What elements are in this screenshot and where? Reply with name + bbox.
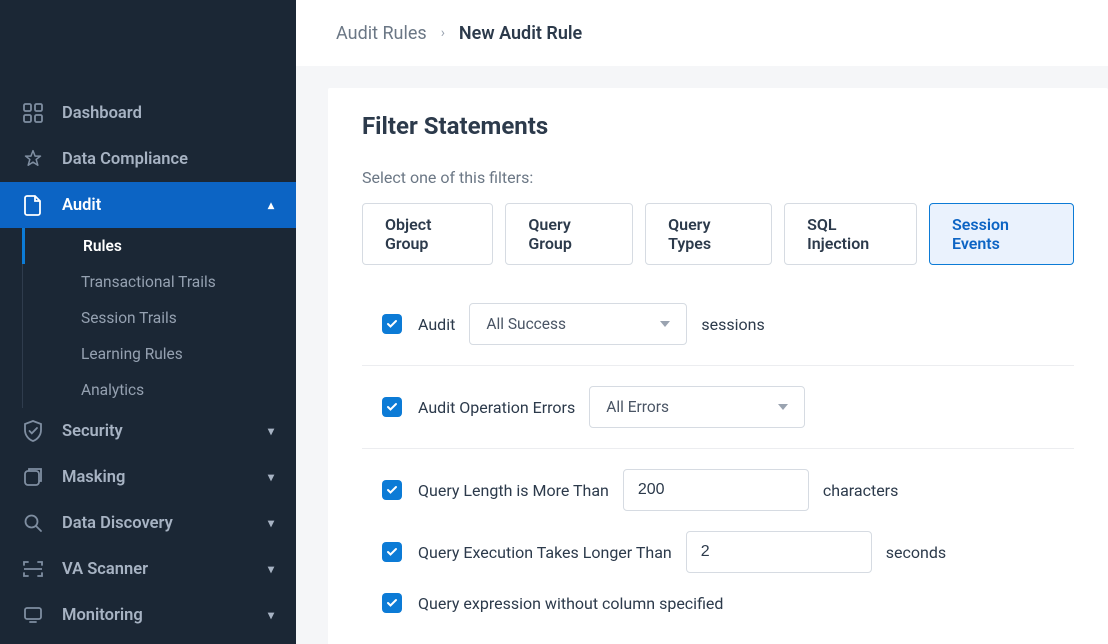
sidebar-item-dashboard[interactable]: Dashboard — [0, 90, 296, 136]
filter-panel: Filter Statements Select one of this fil… — [328, 88, 1108, 644]
select-errors[interactable]: All Errors — [589, 386, 805, 428]
sidebar-item-masking[interactable]: Masking ▾ — [0, 454, 296, 500]
panel-title: Filter Statements — [362, 112, 1074, 140]
row-qlen: Query Length is More Than characters — [362, 449, 1074, 519]
shield-icon — [22, 420, 44, 442]
label-qlen: Query Length is More Than — [418, 481, 609, 500]
sidebar-item-label: Data Discovery — [62, 514, 173, 533]
sidebar-item-label: Audit — [62, 196, 101, 215]
masking-icon — [22, 466, 44, 488]
input-qexec[interactable] — [686, 531, 872, 573]
sidebar-sub-transactional[interactable]: Transactional Trails — [22, 264, 296, 300]
sidebar-item-security[interactable]: Security ▾ — [0, 408, 296, 454]
sidebar-item-label: Dashboard — [62, 104, 142, 123]
label-qexpr: Query expression without column specifie… — [418, 594, 723, 613]
row-audit: Audit All Success sessions — [362, 283, 1074, 366]
breadcrumb-parent[interactable]: Audit Rules — [336, 23, 427, 44]
sidebar-item-label: Security — [62, 422, 123, 441]
label-qexec: Query Execution Takes Longer Than — [418, 543, 672, 562]
suffix-characters: characters — [823, 481, 898, 500]
checkbox-qlen[interactable] — [382, 480, 402, 500]
star-icon — [22, 148, 44, 170]
pill-query-group[interactable]: Query Group — [505, 203, 633, 265]
chevron-down-icon: ▾ — [268, 470, 274, 484]
label-audit: Audit — [418, 315, 455, 334]
checkbox-qexpr[interactable] — [382, 593, 402, 613]
chevron-down-icon: ▾ — [268, 424, 274, 438]
suffix-sessions: sessions — [701, 315, 764, 334]
pill-object-group[interactable]: Object Group — [362, 203, 493, 265]
audit-submenu: Rules Transactional Trails Session Trail… — [0, 228, 296, 408]
chevron-down-icon: ▾ — [268, 608, 274, 622]
label-errors: Audit Operation Errors — [418, 398, 575, 417]
chevron-up-icon: ▴ — [268, 198, 274, 212]
sidebar-item-label: Monitoring — [62, 606, 143, 625]
sidebar-sub-rules[interactable]: Rules — [22, 228, 296, 264]
pill-query-types[interactable]: Query Types — [645, 203, 772, 265]
search-icon — [22, 512, 44, 534]
suffix-seconds: seconds — [886, 543, 946, 562]
row-qexec: Query Execution Takes Longer Than second… — [362, 519, 1074, 581]
document-icon — [22, 194, 44, 216]
sidebar-item-compliance[interactable]: Data Compliance — [0, 136, 296, 182]
select-audit-sessions[interactable]: All Success — [469, 303, 687, 345]
sidebar-item-audit[interactable]: Audit ▴ — [0, 182, 296, 228]
checkbox-audit[interactable] — [382, 314, 402, 334]
sidebar-sub-analytics[interactable]: Analytics — [22, 372, 296, 408]
panel-subtext: Select one of this filters: — [362, 168, 1074, 187]
monitor-icon — [22, 604, 44, 626]
sidebar-item-label: Masking — [62, 468, 125, 487]
sidebar-item-vascanner[interactable]: VA Scanner ▾ — [0, 546, 296, 592]
input-qlen[interactable] — [623, 469, 809, 511]
sidebar: Dashboard Data Compliance Audit ▴ Rules … — [0, 0, 296, 644]
sidebar-item-label: VA Scanner — [62, 560, 148, 579]
row-errors: Audit Operation Errors All Errors — [362, 366, 1074, 449]
row-qexpr: Query expression without column specifie… — [362, 581, 1074, 633]
pill-sql-injection[interactable]: SQL Injection — [784, 203, 917, 265]
filter-pills: Object Group Query Group Query Types SQL… — [362, 203, 1074, 265]
scanner-icon — [22, 558, 44, 580]
dashboard-icon — [22, 102, 44, 124]
pill-session-events[interactable]: Session Events — [929, 203, 1074, 265]
breadcrumb: Audit Rules › New Audit Rule — [296, 23, 582, 44]
chevron-down-icon: ▾ — [268, 562, 274, 576]
main-content: Filter Statements Select one of this fil… — [296, 0, 1108, 644]
sidebar-item-label: Data Compliance — [62, 150, 188, 169]
sidebar-sub-learning[interactable]: Learning Rules — [22, 336, 296, 372]
chevron-right-icon: › — [441, 25, 445, 41]
sidebar-item-discovery[interactable]: Data Discovery ▾ — [0, 500, 296, 546]
sidebar-sub-session[interactable]: Session Trails — [22, 300, 296, 336]
checkbox-qexec[interactable] — [382, 542, 402, 562]
breadcrumb-current: New Audit Rule — [459, 23, 582, 44]
checkbox-errors[interactable] — [382, 397, 402, 417]
chevron-down-icon: ▾ — [268, 516, 274, 530]
sidebar-item-monitoring[interactable]: Monitoring ▾ — [0, 592, 296, 638]
